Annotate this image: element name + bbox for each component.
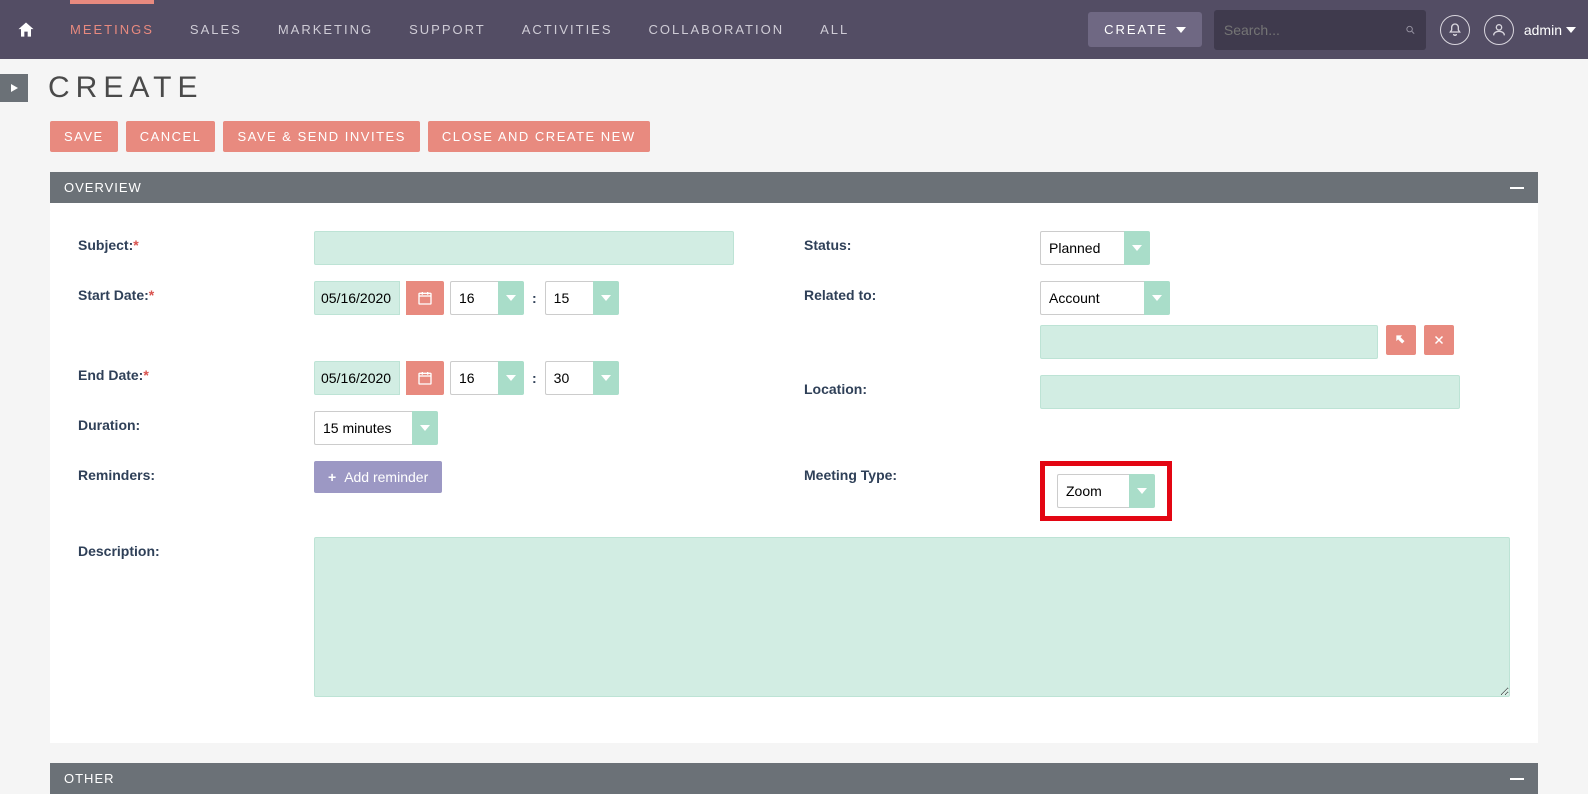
end-min-select[interactable] [545, 361, 619, 395]
nav-all[interactable]: ALL [802, 0, 867, 59]
nav-activities[interactable]: ACTIVITIES [504, 0, 631, 59]
user-name: admin [1524, 22, 1562, 38]
search-input[interactable] [1224, 22, 1405, 38]
close-icon [1433, 334, 1445, 346]
end-date-input[interactable] [314, 361, 400, 395]
top-nav-bar: MEETINGS SALES MARKETING SUPPORT ACTIVIT… [0, 0, 1588, 59]
description-label: Description: [78, 537, 314, 559]
plus-icon: + [328, 469, 336, 485]
start-date-calendar-button[interactable] [406, 281, 444, 315]
related-to-clear-button[interactable] [1424, 325, 1454, 355]
main-nav: MEETINGS SALES MARKETING SUPPORT ACTIVIT… [52, 0, 1084, 59]
chevron-down-icon[interactable] [1144, 281, 1170, 315]
calendar-icon [417, 370, 433, 386]
collapse-icon[interactable] [1510, 778, 1524, 780]
related-to-type-select[interactable] [1040, 281, 1170, 315]
page-title: CREATE [48, 71, 203, 105]
user-avatar-icon[interactable] [1484, 15, 1514, 45]
create-dropdown-button[interactable]: CREATE [1088, 12, 1202, 47]
home-icon[interactable] [12, 16, 40, 44]
other-panel-title: OTHER [64, 771, 115, 786]
meeting-type-select[interactable] [1057, 474, 1155, 508]
overview-panel-title: OVERVIEW [64, 180, 142, 195]
start-min-input[interactable] [545, 281, 593, 315]
nav-marketing[interactable]: MARKETING [260, 0, 391, 59]
start-hour-input[interactable] [450, 281, 498, 315]
duration-select[interactable] [314, 411, 438, 445]
save-button[interactable]: SAVE [50, 121, 118, 152]
description-textarea[interactable] [314, 537, 1510, 697]
chevron-down-icon[interactable] [498, 281, 524, 315]
meeting-type-label: Meeting Type: [804, 461, 1040, 483]
collapse-icon[interactable] [1510, 187, 1524, 189]
related-to-select-button[interactable] [1386, 325, 1416, 355]
user-menu[interactable]: admin [1524, 22, 1576, 38]
search-icon [1405, 20, 1416, 40]
subject-input[interactable] [314, 231, 734, 265]
start-date-label: Start Date:* [78, 281, 314, 303]
arrow-up-left-icon [1394, 333, 1408, 347]
nav-collaboration[interactable]: COLLABORATION [631, 0, 803, 59]
time-separator: : [530, 370, 539, 386]
related-to-label: Related to: [804, 281, 1040, 303]
end-date-label: End Date:* [78, 361, 314, 383]
overview-panel: OVERVIEW Subject:* Start Date:* [50, 172, 1538, 743]
chevron-down-icon[interactable] [593, 361, 619, 395]
location-label: Location: [804, 375, 1040, 397]
reminders-label: Reminders: [78, 461, 314, 483]
page-subheader: CREATE [0, 59, 1588, 117]
cancel-button[interactable]: CANCEL [126, 121, 216, 152]
end-hour-input[interactable] [450, 361, 498, 395]
action-button-row: SAVE CANCEL SAVE & SEND INVITES CLOSE AN… [50, 121, 1538, 152]
create-button-label: CREATE [1104, 22, 1168, 37]
duration-input[interactable] [314, 411, 412, 445]
chevron-down-icon [1176, 27, 1186, 33]
related-to-value-input[interactable] [1040, 325, 1378, 359]
end-min-input[interactable] [545, 361, 593, 395]
meeting-type-highlight [1040, 461, 1172, 521]
status-input[interactable] [1040, 231, 1124, 265]
chevron-down-icon[interactable] [498, 361, 524, 395]
start-min-select[interactable] [545, 281, 619, 315]
related-to-type-input[interactable] [1040, 281, 1144, 315]
other-panel: OTHER [50, 763, 1538, 794]
end-date-calendar-button[interactable] [406, 361, 444, 395]
add-reminder-label: Add reminder [344, 469, 428, 485]
meeting-type-input[interactable] [1057, 474, 1129, 508]
nav-support[interactable]: SUPPORT [391, 0, 504, 59]
search-box[interactable] [1214, 10, 1426, 50]
start-hour-select[interactable] [450, 281, 524, 315]
chevron-down-icon[interactable] [1124, 231, 1150, 265]
calendar-icon [417, 290, 433, 306]
add-reminder-button[interactable]: + Add reminder [314, 461, 442, 493]
overview-panel-header[interactable]: OVERVIEW [50, 172, 1538, 203]
start-date-input[interactable] [314, 281, 400, 315]
status-select[interactable] [1040, 231, 1150, 265]
notifications-icon[interactable] [1440, 15, 1470, 45]
status-label: Status: [804, 231, 1040, 253]
time-separator: : [530, 290, 539, 306]
nav-sales[interactable]: SALES [172, 0, 260, 59]
overview-panel-body: Subject:* Start Date:* : [50, 203, 1538, 743]
chevron-down-icon [1566, 27, 1576, 33]
end-hour-select[interactable] [450, 361, 524, 395]
subject-label: Subject:* [78, 231, 314, 253]
chevron-down-icon[interactable] [1129, 474, 1155, 508]
location-input[interactable] [1040, 375, 1460, 409]
chevron-down-icon[interactable] [593, 281, 619, 315]
duration-label: Duration: [78, 411, 314, 433]
nav-meetings[interactable]: MEETINGS [52, 0, 172, 59]
save-send-invites-button[interactable]: SAVE & SEND INVITES [223, 121, 419, 152]
chevron-down-icon[interactable] [412, 411, 438, 445]
sidebar-toggle-button[interactable] [0, 74, 28, 102]
close-create-new-button[interactable]: CLOSE AND CREATE NEW [428, 121, 650, 152]
other-panel-header[interactable]: OTHER [50, 763, 1538, 794]
